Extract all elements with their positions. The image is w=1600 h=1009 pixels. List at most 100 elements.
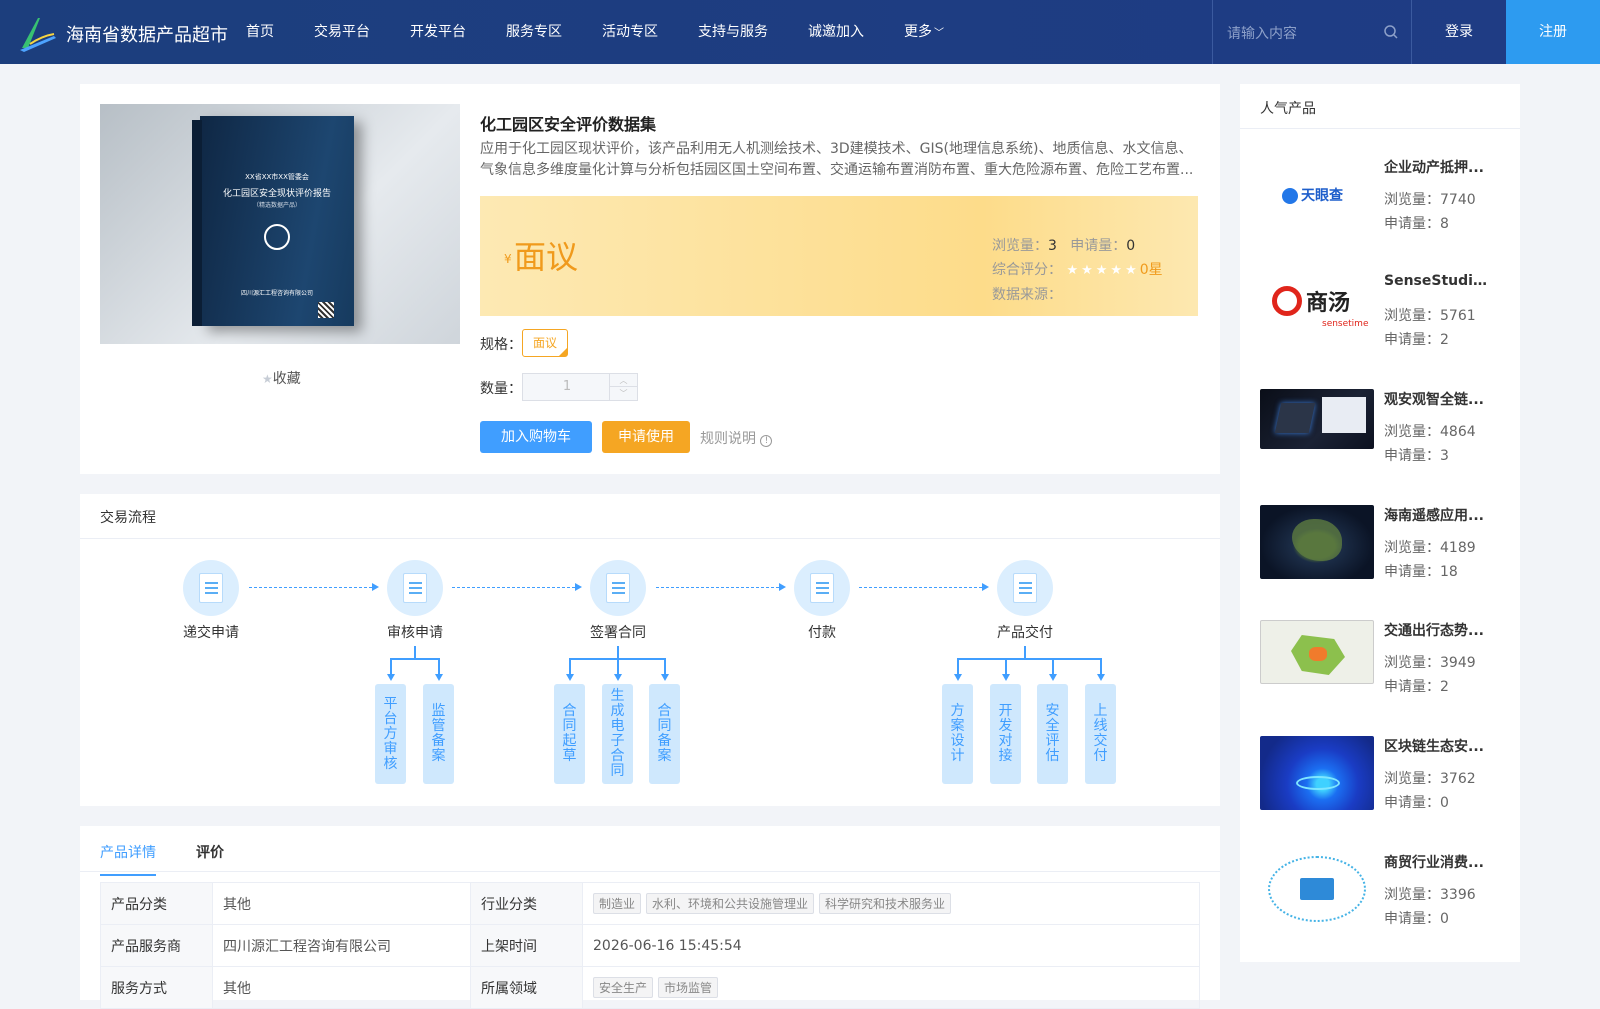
product-title: 化工园区安全评价数据集	[480, 115, 657, 134]
sidebar-product[interactable]: 区块链生态安... 浏览量：3762 申请量：0	[1260, 736, 1495, 836]
quantity-stepper[interactable]: 1 ︿ ﹀	[522, 373, 638, 401]
register-button[interactable]: 注册	[1506, 0, 1600, 64]
table-value: 2026-06-16 15:45:54	[582, 924, 1200, 967]
cover-line3: （精选数据产品）	[252, 202, 301, 209]
table-key: 产品分类	[100, 882, 213, 925]
cover-line4: 四川源汇工程咨询有限公司	[240, 290, 313, 297]
arrow-down-icon	[1049, 674, 1057, 681]
price-value: 面议	[514, 238, 579, 276]
sidebar-product-applies: 申请量：3	[1384, 448, 1449, 464]
login-button[interactable]: 登录	[1412, 0, 1506, 64]
sidebar-product-views: 浏览量：4864	[1384, 424, 1476, 440]
review-icon	[387, 560, 443, 616]
product-thumb[interactable]	[1260, 620, 1374, 684]
nav-join[interactable]: 诚邀加入	[808, 0, 864, 64]
sidebar-product-name[interactable]: 交通出行态势...	[1384, 620, 1490, 640]
tab-review[interactable]: 评价	[196, 842, 224, 862]
nav-more[interactable]: 更多 ﹀	[904, 0, 944, 64]
main-nav: 首页 交易平台 开发平台 服务专区 活动专区 支持与服务 诚邀加入 更多 ﹀	[246, 0, 984, 64]
increment-icon[interactable]: ︿	[609, 374, 637, 387]
price-box: ¥ 面议 浏览量：3 申请量：0 综合评分： ★★★★★0星 数据来源：	[480, 196, 1198, 316]
product-thumb[interactable]: 天眼查	[1260, 157, 1374, 231]
branch-line	[414, 646, 416, 658]
sidebar-product-applies: 申请量：8	[1384, 216, 1449, 232]
sidebar-product[interactable]: 天眼查 企业动产抵押... 浏览量：7740 申请量：8	[1260, 157, 1495, 257]
arrow-down-icon	[614, 674, 622, 681]
logo-icon[interactable]	[18, 14, 58, 52]
sidebar-product-name[interactable]: 区块链生态安...	[1384, 736, 1490, 756]
sensetime-logo: 商汤 sensetime	[1272, 285, 1369, 329]
add-to-cart-button[interactable]: 加入购物车	[480, 421, 592, 453]
arrow-down-icon	[954, 674, 962, 681]
branch-line	[390, 658, 392, 674]
search-icon[interactable]	[1383, 24, 1399, 40]
sidebar-product-applies: 申请量：18	[1384, 564, 1458, 580]
price-currency: ¥	[504, 252, 512, 266]
search-input[interactable]	[1227, 22, 1377, 44]
decrement-icon[interactable]: ﹀	[609, 387, 637, 400]
arrow-down-icon	[1097, 674, 1105, 681]
source-label: 数据来源：	[992, 287, 1062, 303]
cover-logo-icon	[264, 224, 290, 250]
sidebar-product-name[interactable]: 企业动产抵押...	[1384, 157, 1490, 177]
blockchain-ring-icon	[1296, 776, 1340, 790]
sidebar-product-name[interactable]: 观安观智全链...	[1384, 389, 1490, 409]
sidebar-product[interactable]: 交通出行态势... 浏览量：3949 申请量：2	[1260, 620, 1495, 720]
detail-table: 产品分类 其他 行业分类 制造业 水利、环境和公共设施管理业 科学研究和技术服务业 …	[100, 882, 1200, 1009]
product-thumb[interactable]	[1260, 736, 1374, 810]
step-review: 审核申请	[365, 560, 465, 642]
sidebar-product-name[interactable]: 海南遥感应用...	[1384, 505, 1490, 525]
nav-activity[interactable]: 活动专区	[602, 0, 658, 64]
sidebar-divider	[1240, 128, 1520, 129]
island-map-icon	[1292, 519, 1342, 561]
nav-service[interactable]: 服务专区	[506, 0, 562, 64]
product-thumb[interactable]	[1260, 389, 1374, 449]
arrow-down-icon	[435, 674, 443, 681]
product-thumb[interactable]	[1260, 505, 1374, 579]
nav-trading[interactable]: 交易平台	[314, 0, 370, 64]
qty-value[interactable]: 1	[523, 374, 611, 400]
rule-link[interactable]: 规则说明 !	[700, 428, 773, 448]
nav-dev[interactable]: 开发平台	[410, 0, 466, 64]
sidebar-product-name[interactable]: SenseStudio...	[1384, 273, 1490, 289]
nav-home[interactable]: 首页	[246, 0, 274, 64]
sidebar-product-applies: 申请量：0	[1384, 911, 1449, 927]
collect-button[interactable]: ★收藏	[262, 368, 301, 388]
sidebar-product[interactable]: 商汤 sensetime SenseStudio... 浏览量：5761 申请量：…	[1260, 273, 1495, 373]
top-header: 海南省数据产品超市 首页 交易平台 开发平台 服务专区 活动专区 支持与服务 诚…	[0, 0, 1600, 64]
spec-option[interactable]: 面议	[522, 329, 568, 357]
product-thumb[interactable]	[1260, 852, 1374, 926]
tianyancha-logo: 天眼查	[1282, 185, 1343, 205]
branch-line	[664, 658, 666, 674]
sidebar-product[interactable]: 海南遥感应用... 浏览量：4189 申请量：18	[1260, 505, 1495, 605]
sidebar-product-name[interactable]: 商贸行业消费...	[1384, 852, 1490, 872]
sensetime-logo-icon	[1272, 286, 1302, 316]
sub-step: 方案设计	[942, 684, 973, 784]
step-payment: 付款	[772, 560, 872, 642]
apply-button[interactable]: 申请使用	[602, 421, 690, 453]
nav-support[interactable]: 支持与服务	[698, 0, 768, 64]
product-thumb[interactable]: 商汤 sensetime	[1260, 273, 1374, 347]
nav-more-label: 更多	[904, 24, 932, 40]
cover-line2: 化工园区安全现状评价报告	[222, 189, 331, 199]
table-key: 服务方式	[100, 966, 213, 1009]
rating-value: 0星	[1139, 262, 1163, 278]
sidebar-product[interactable]: 观安观智全链... 浏览量：4864 申请量：3	[1260, 389, 1495, 489]
industry-chip: 科学研究和技术服务业	[819, 893, 952, 914]
submit-icon	[183, 560, 239, 616]
applies-label: 申请量：	[1070, 238, 1127, 254]
table-row: 产品分类 其他 行业分类 制造业 水利、环境和公共设施管理业 科学研究和技术服务业	[100, 882, 1200, 925]
views-label: 浏览量：	[992, 238, 1048, 254]
views-value: 3	[1048, 238, 1057, 254]
tianyancha-logo-text: 天眼查	[1301, 188, 1343, 204]
table-row: 服务方式 其他 所属领域 安全生产 市场监管	[100, 966, 1200, 1009]
sidebar-product[interactable]: 商贸行业消费... 浏览量：3396 申请量：0	[1260, 852, 1495, 952]
site-brand[interactable]: 海南省数据产品超市	[66, 21, 228, 47]
branch-line	[1024, 646, 1026, 658]
chevron-down-icon: ﹀	[934, 28, 944, 39]
sensetime-logo-text: sensetime	[1322, 319, 1369, 329]
rating-stars-icon: ★★★★★	[1066, 263, 1140, 278]
qty-label: 数量：	[480, 381, 522, 397]
sidebar-product-views: 浏览量：4189	[1384, 540, 1476, 556]
product-image: XX省XX市XX管委会 化工园区安全现状评价报告 （精选数据产品） 四川源汇工程…	[100, 104, 460, 344]
